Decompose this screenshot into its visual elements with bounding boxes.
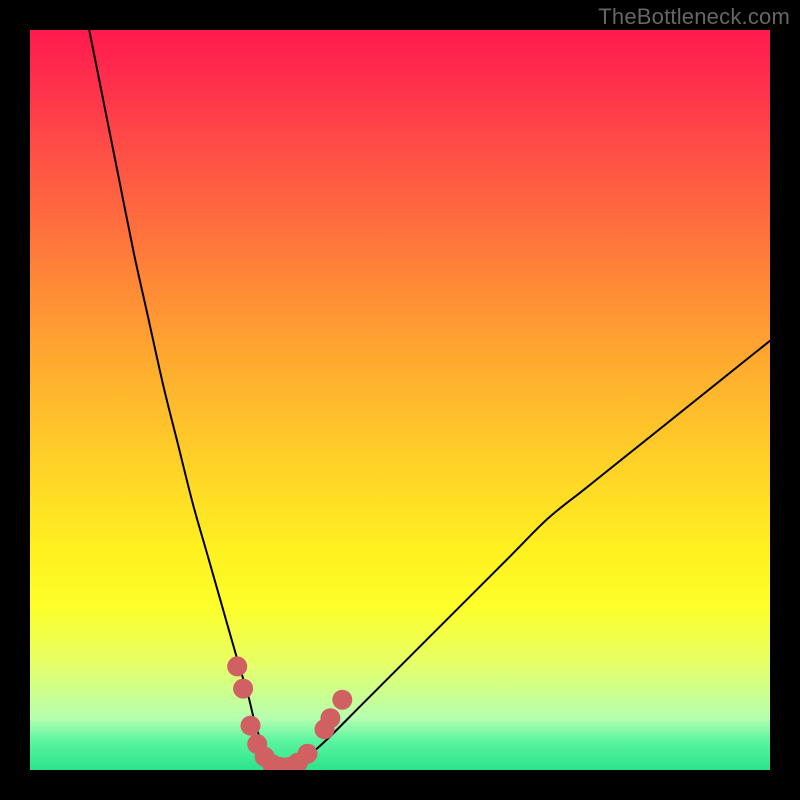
highlight-point [227, 656, 247, 676]
curve-layer [30, 30, 770, 770]
chart-frame: TheBottleneck.com [0, 0, 800, 800]
plot-area [30, 30, 770, 770]
bottleneck-curve [89, 30, 770, 770]
watermark-text: TheBottleneck.com [598, 4, 790, 30]
highlight-markers [227, 656, 352, 770]
highlight-point [332, 690, 352, 710]
highlight-point [233, 679, 253, 699]
highlight-point [298, 744, 318, 764]
highlight-point [241, 716, 261, 736]
highlight-point [320, 708, 340, 728]
